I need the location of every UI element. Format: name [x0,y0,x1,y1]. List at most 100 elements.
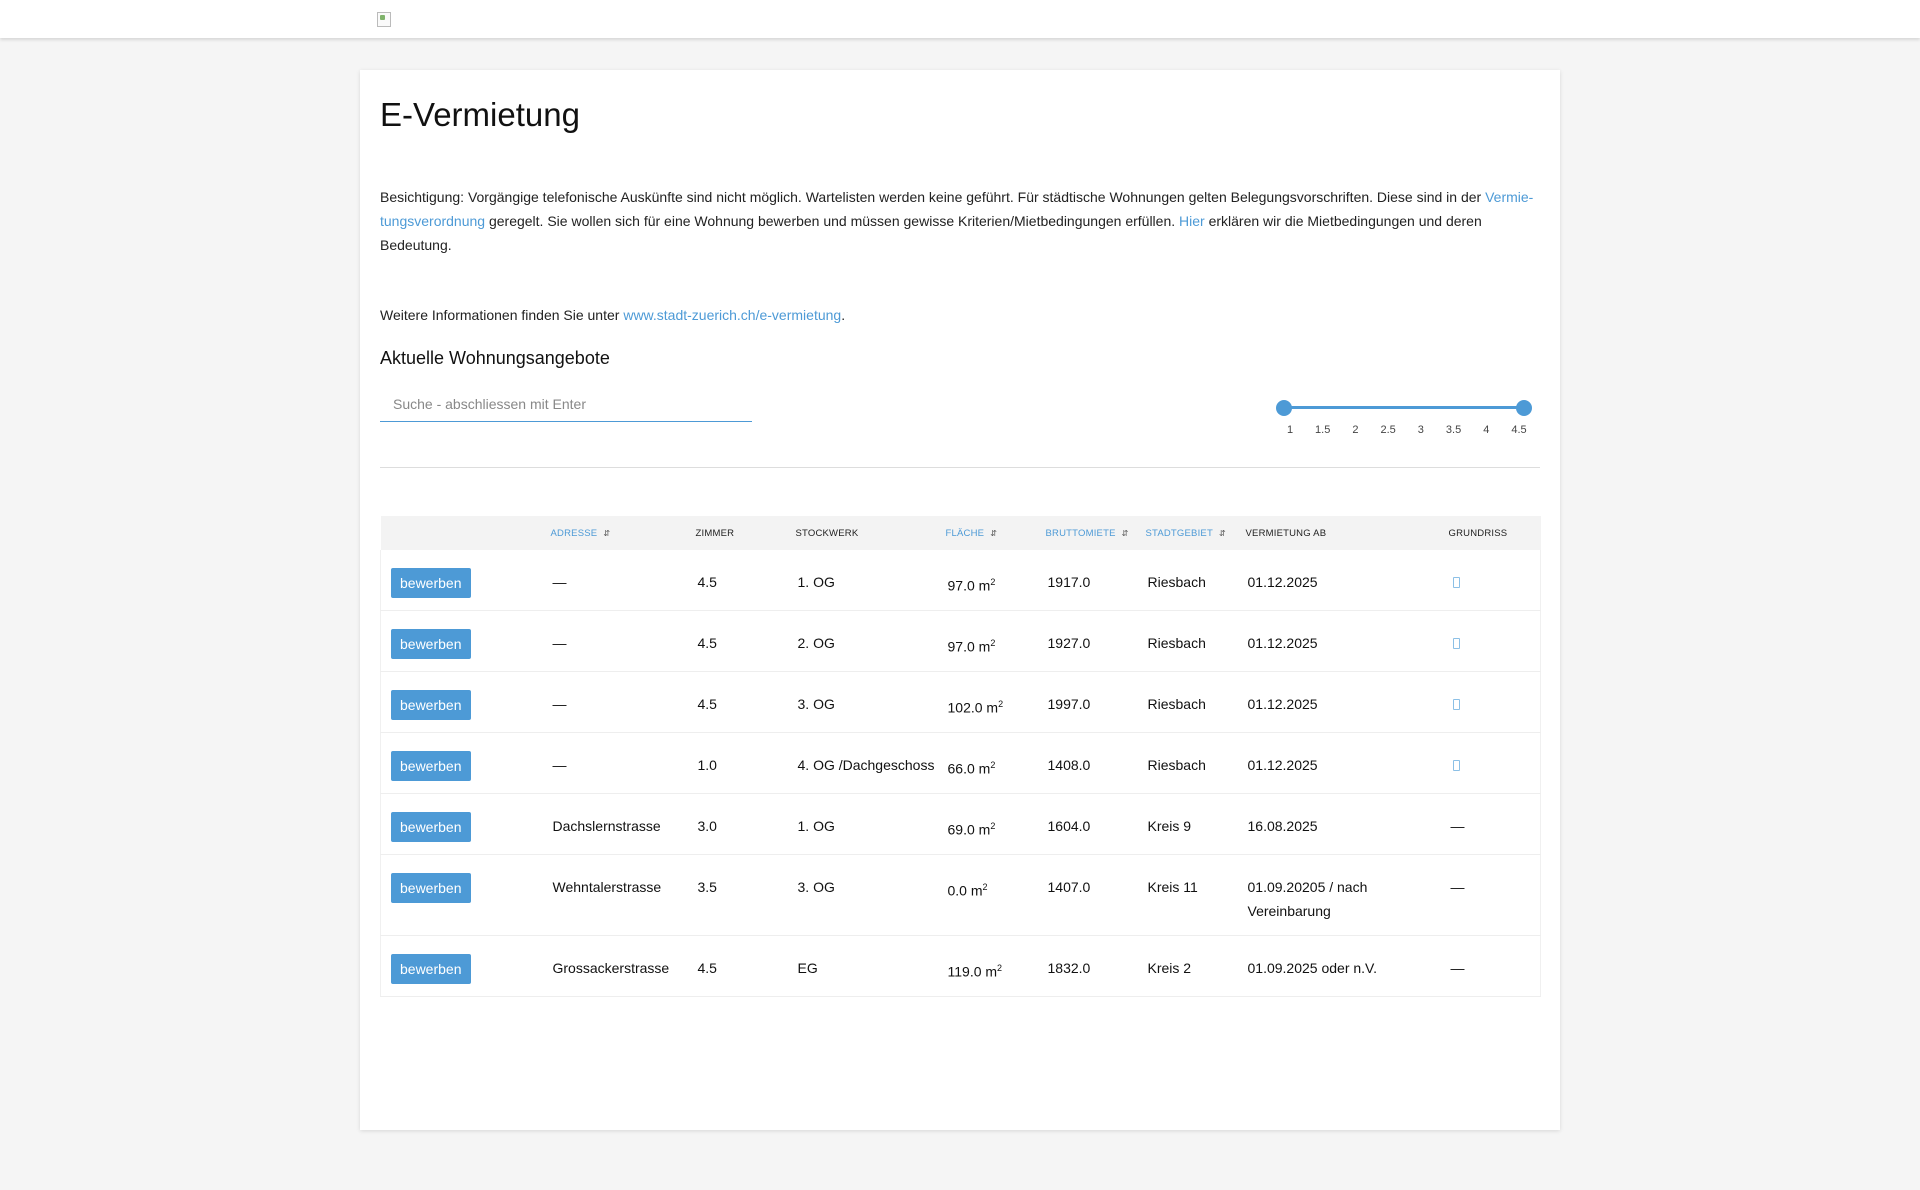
sort-icon[interactable]: ⇵ [990,529,997,538]
address-cell: — [548,610,694,672]
available-from-cell: 16.08.2025 [1243,793,1447,855]
divider [380,467,1540,468]
rent-cell: 1832.0 [1043,935,1144,997]
main-card: E-Vermietung Besichtigung: Vorgängige te… [360,70,1560,1130]
slider-tick-label: 2.5 [1380,424,1396,436]
address-cell: Dachslernstrasse [548,793,694,855]
rent-cell: 1407.0 [1043,854,1144,936]
area-exponent: 2 [990,821,996,831]
apartments-table: Adresse ⇵ Zimmer Stockwerk Fläche ⇵ Bruttomiet… [380,516,1541,997]
floorplan-cell [1446,610,1541,672]
address-cell: Wehntalerstrasse [548,854,694,936]
district-cell: Kreis 9 [1143,793,1244,855]
column-header-label[interactable]: Fläche [946,528,985,539]
column-header-label: Grundriss [1448,527,1508,539]
area-value: 119.0 m [947,963,998,980]
page-title: E-Vermietung [380,96,580,133]
area-cell: 97.0 m2 [943,610,1044,672]
more-info-suffix: . [841,307,846,323]
rooms-range-slider[interactable]: 1 1.5 2 2.5 3 3.5 4 4.5 [1276,400,1542,440]
floorplan-cell: — [1446,935,1541,997]
apply-cell: bewerben [380,793,549,855]
area-cell: 119.0 m2 [943,935,1044,997]
column-header[interactable]: Bruttomiete ⇵ [1043,516,1144,550]
apply-button[interactable]: bewerben [391,629,471,659]
rent-cell: 1927.0 [1043,610,1144,672]
area-cell: 97.0 m2 [943,550,1044,611]
rooms-cell: 4.5 [693,671,794,733]
apply-cell: bewerben [380,732,549,794]
slider-handle-min[interactable] [1276,400,1292,416]
floorplan-cell: — [1446,793,1541,855]
address-cell: — [548,732,694,794]
column-header [380,516,549,550]
floorplan-icon[interactable] [1452,638,1460,649]
area-cell: 0.0 m2 [943,854,1044,936]
sort-icon[interactable]: ⇵ [603,529,610,538]
slider-tick-label: 4 [1483,424,1490,436]
slider-tick-label: 2 [1352,424,1359,436]
floorplan-icon[interactable] [1452,699,1460,710]
apply-button[interactable]: bewerben [391,812,471,842]
column-header: Grundriss [1446,516,1541,550]
rent-cell: 1917.0 [1043,550,1144,611]
area-exponent: 2 [998,699,1004,709]
table-row: bewerben Wehntalerstrasse 3.5 3. OG 0.0 m2 14… [380,854,1541,936]
available-from-cell: 01.12.2025 [1243,671,1447,733]
floor-cell: EG [793,935,944,997]
sort-icon[interactable]: ⇵ [1122,529,1129,538]
column-header[interactable]: Fläche ⇵ [943,516,1044,550]
rooms-cell: 1.0 [693,732,794,794]
column-header-label[interactable]: Stadtgebiet [1146,528,1213,539]
district-cell: Kreis 2 [1143,935,1244,997]
apply-cell: bewerben [380,854,549,936]
district-cell: Riesbach [1143,550,1244,611]
floor-cell: 1. OG [793,550,944,611]
area-value: 69.0 m [947,821,991,838]
floor-cell: 4. OG /Dachgeschoss [793,732,944,794]
slider-handle-max[interactable] [1516,400,1532,416]
column-header-label[interactable]: Adresse [551,528,598,539]
rooms-cell: 3.5 [693,854,794,936]
rooms-cell: 3.0 [693,793,794,855]
floor-cell: 3. OG [793,854,944,936]
apply-button[interactable]: bewerben [391,690,471,720]
area-cell: 66.0 m2 [943,732,1044,794]
area-cell: 69.0 m2 [943,793,1044,855]
logo-icon[interactable] [377,12,391,27]
column-header: Vermietung ab [1243,516,1447,550]
column-header-label[interactable]: Bruttomiete [1046,528,1116,539]
slider-track[interactable] [1284,406,1524,409]
floorplan-icon[interactable] [1452,760,1460,771]
apply-cell: bewerben [380,550,549,611]
e-vermietung-link[interactable]: www.stadt-zuerich.ch/e-vermietung [623,307,841,323]
search-input[interactable] [380,386,752,422]
conditions-link[interactable]: Hier [1179,213,1205,229]
rent-cell: 1997.0 [1043,671,1144,733]
column-header[interactable]: Adresse ⇵ [548,516,694,550]
top-bar [0,0,1920,38]
slider-tick-label: 3 [1417,424,1424,436]
table-row: bewerben —4.5 3. OG 102.0 m2 1997.0 Riesbach 0… [380,671,1541,733]
apply-button[interactable]: bewerben [391,873,471,903]
area-exponent: 2 [982,882,988,892]
district-cell: Riesbach [1143,610,1244,672]
rooms-cell: 4.5 [693,610,794,672]
column-header-label: Zimmer [695,527,735,539]
address-cell: — [548,550,694,611]
floorplan-icon[interactable] [1452,577,1460,588]
apply-button[interactable]: bewerben [391,568,471,598]
table-row: bewerben Grossackerstrasse 4.5 EG 119.0 m2 18… [380,935,1541,997]
available-from-cell: 01.09.2025 oder n.V. [1243,935,1447,997]
section-title: Aktuelle Wohnungsangebote [380,348,610,368]
available-from-cell: 01.09.20205 / nach Vereinbarung [1243,854,1447,936]
area-value: 102.0 m [947,699,999,716]
district-cell: Riesbach [1143,671,1244,733]
apply-button[interactable]: bewerben [391,954,471,984]
area-value: 97.0 m [947,577,991,594]
apply-button[interactable]: bewerben [391,751,471,781]
more-info-text: Weitere Informationen finden Sie unter [380,307,624,323]
column-header-label: Stockwerk [795,527,859,539]
sort-icon[interactable]: ⇵ [1219,529,1226,538]
column-header[interactable]: Stadtgebiet ⇵ [1143,516,1244,550]
